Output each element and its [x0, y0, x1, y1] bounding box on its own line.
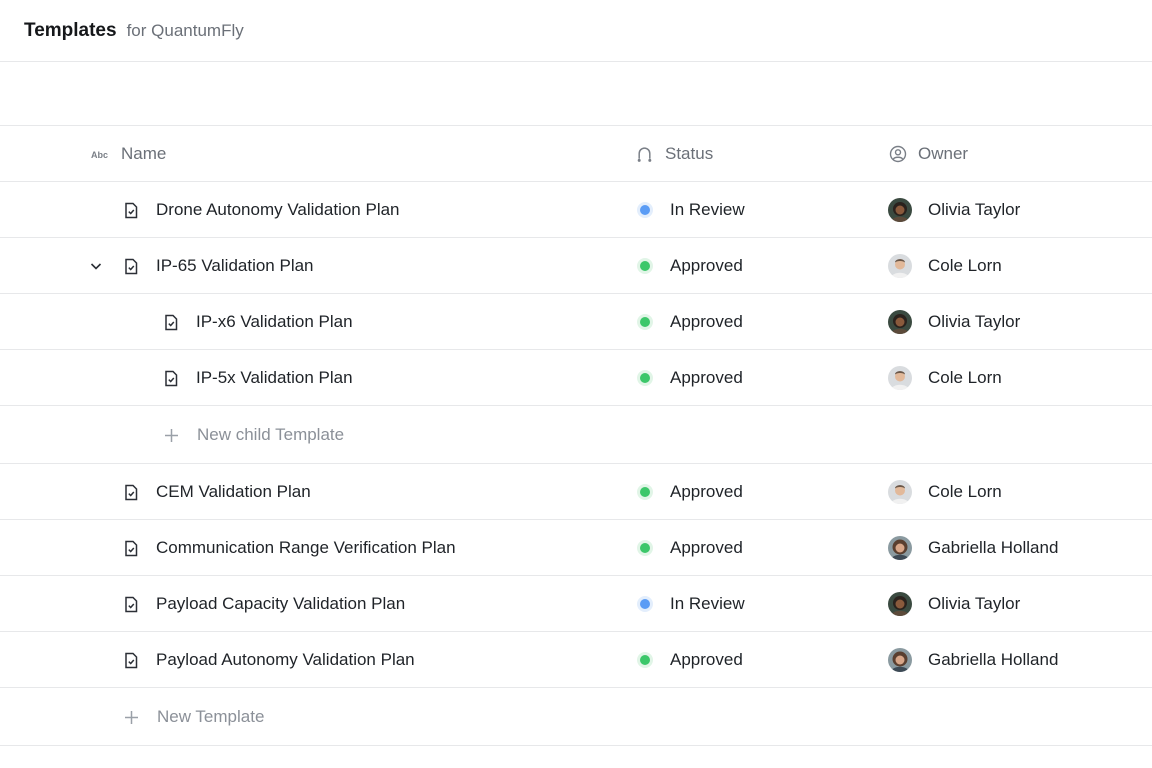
row-name[interactable]: Payload Capacity Validation Plan — [156, 576, 405, 632]
table-row[interactable]: Payload Capacity Validation Plan In Revi… — [0, 576, 1152, 632]
status-flow-icon — [636, 126, 653, 182]
svg-text:Abc: Abc — [91, 150, 108, 160]
document-check-icon — [163, 350, 179, 406]
table-row[interactable]: IP-65 Validation Plan Approved Cole Lorn — [0, 238, 1152, 294]
status-dot — [640, 373, 650, 383]
row-status[interactable]: Approved — [670, 632, 743, 688]
row-name[interactable]: IP-5x Validation Plan — [196, 350, 353, 406]
row-owner[interactable]: Olivia Taylor — [928, 576, 1020, 632]
row-name[interactable]: IP-x6 Validation Plan — [196, 294, 353, 350]
new-child-template-button[interactable]: New child Template — [0, 406, 1152, 464]
column-header-name[interactable]: Name — [121, 126, 166, 182]
document-check-icon — [123, 520, 139, 576]
toolbar-area — [0, 62, 1152, 126]
status-dot — [640, 205, 650, 215]
table-row[interactable]: Communication Range Verification Plan Ap… — [0, 520, 1152, 576]
table-header: Abc Name Status Owner — [0, 126, 1152, 182]
user-circle-icon — [889, 126, 907, 182]
avatar — [888, 254, 912, 278]
table-row[interactable]: CEM Validation Plan Approved Cole Lorn — [0, 464, 1152, 520]
new-child-template-label: New child Template — [197, 425, 345, 444]
row-status[interactable]: In Review — [670, 576, 745, 632]
plus-icon — [164, 406, 179, 464]
row-owner[interactable]: Gabriella Holland — [928, 520, 1058, 576]
row-status[interactable]: Approved — [670, 464, 743, 520]
document-check-icon — [123, 576, 139, 632]
row-status[interactable]: Approved — [670, 520, 743, 576]
row-owner[interactable]: Olivia Taylor — [928, 294, 1020, 350]
status-dot — [640, 655, 650, 665]
document-check-icon — [163, 294, 179, 350]
row-owner[interactable]: Olivia Taylor — [928, 182, 1020, 238]
row-status[interactable]: Approved — [670, 350, 743, 406]
row-owner[interactable]: Cole Lorn — [928, 464, 1002, 520]
status-dot — [640, 487, 650, 497]
avatar — [888, 480, 912, 504]
row-status[interactable]: In Review — [670, 182, 745, 238]
row-name[interactable]: IP-65 Validation Plan — [156, 238, 314, 294]
document-check-icon — [123, 464, 139, 520]
table-row[interactable]: Payload Autonomy Validation Plan Approve… — [0, 632, 1152, 688]
page-subtitle: for QuantumFly — [126, 20, 244, 40]
new-template-label: New Template — [157, 707, 265, 726]
document-check-icon — [123, 632, 139, 688]
status-dot — [640, 317, 650, 327]
avatar — [888, 648, 912, 672]
table-row[interactable]: IP-x6 Validation Plan Approved Olivia Ta… — [0, 294, 1152, 350]
chevron-down-icon[interactable] — [89, 238, 103, 294]
avatar — [888, 536, 912, 560]
avatar — [888, 310, 912, 334]
row-name[interactable]: Drone Autonomy Validation Plan — [156, 182, 400, 238]
row-name[interactable]: Communication Range Verification Plan — [156, 520, 456, 576]
row-name[interactable]: CEM Validation Plan — [156, 464, 311, 520]
status-dot — [640, 261, 650, 271]
row-owner[interactable]: Cole Lorn — [928, 238, 1002, 294]
page-title: Templates — [24, 19, 117, 41]
table-row[interactable]: IP-5x Validation Plan Approved Cole Lorn — [0, 350, 1152, 406]
row-name[interactable]: Payload Autonomy Validation Plan — [156, 632, 415, 688]
page-header: Templates for QuantumFly — [0, 0, 1152, 62]
text-abc-icon: Abc — [91, 126, 109, 182]
document-check-icon — [123, 238, 139, 294]
row-status[interactable]: Approved — [670, 238, 743, 294]
column-header-status[interactable]: Status — [665, 126, 713, 182]
row-owner[interactable]: Cole Lorn — [928, 350, 1002, 406]
avatar — [888, 592, 912, 616]
avatar — [888, 366, 912, 390]
status-dot — [640, 599, 650, 609]
row-owner[interactable]: Gabriella Holland — [928, 632, 1058, 688]
avatar — [888, 198, 912, 222]
status-dot — [640, 543, 650, 553]
plus-icon — [124, 688, 139, 746]
row-status[interactable]: Approved — [670, 294, 743, 350]
column-header-owner[interactable]: Owner — [918, 126, 968, 182]
document-check-icon — [123, 182, 139, 238]
table-row[interactable]: Drone Autonomy Validation Plan In Review… — [0, 182, 1152, 238]
new-template-button[interactable]: New Template — [0, 688, 1152, 746]
